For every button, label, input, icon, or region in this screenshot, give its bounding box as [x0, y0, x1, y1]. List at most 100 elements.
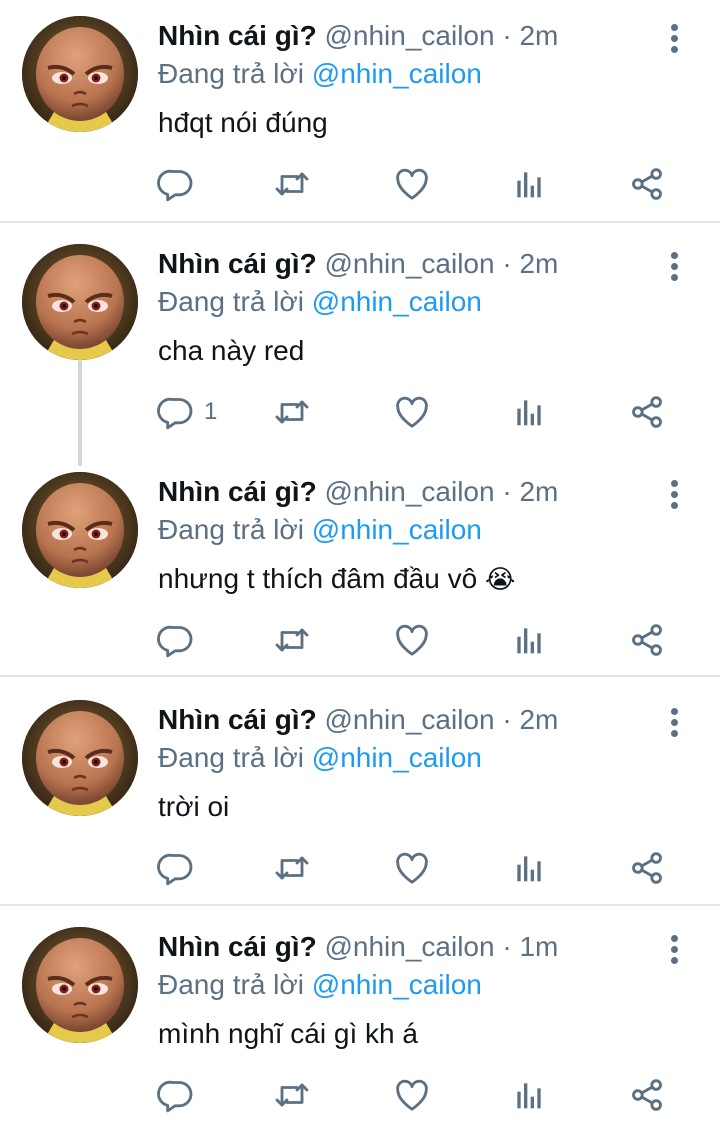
replying-to-label: Đang trả lời: [158, 286, 304, 317]
replying-to-line: Đang trả lời @nhin_cailon: [158, 967, 482, 1003]
more-options-icon[interactable]: [660, 476, 688, 512]
bar-chart-icon: [509, 620, 549, 660]
analytics-button[interactable]: [509, 618, 549, 662]
reply-button[interactable]: 1: [156, 390, 217, 434]
tweet-divider: [0, 221, 720, 223]
like-button[interactable]: [392, 162, 432, 206]
tweet-actions: [0, 618, 720, 662]
tweet-body: trời oi: [158, 791, 230, 822]
heart-icon: [392, 164, 432, 204]
more-options-icon[interactable]: [660, 704, 688, 740]
replying-to-line: Đang trả lời @nhin_cailon: [158, 512, 482, 548]
display-name[interactable]: Nhìn cái gì?: [158, 248, 317, 279]
like-button[interactable]: [392, 618, 432, 662]
user-handle[interactable]: @nhin_cailon: [324, 20, 494, 51]
user-handle[interactable]: @nhin_cailon: [324, 476, 494, 507]
retweet-button[interactable]: [272, 162, 312, 206]
tweet-text: cha này red: [158, 332, 304, 370]
reply-button[interactable]: [156, 1073, 196, 1117]
tweet-actions: 1: [0, 390, 720, 434]
tweet-text: hđqt nói đúng: [158, 104, 328, 142]
share-icon: [627, 1075, 667, 1115]
replying-to-label: Đang trả lời: [158, 514, 304, 545]
tweet-actions: [0, 162, 720, 206]
retweet-icon: [272, 1075, 312, 1115]
display-name[interactable]: Nhìn cái gì?: [158, 476, 317, 507]
retweet-icon: [272, 392, 312, 432]
timestamp[interactable]: 2m: [519, 476, 558, 507]
avatar[interactable]: [22, 472, 138, 588]
retweet-button[interactable]: [272, 618, 312, 662]
tweet-body: cha này red: [158, 335, 305, 366]
crying-face-emoji: 😭: [484, 565, 516, 595]
tweet[interactable]: Nhìn cái gì? @nhin_cailon · 2m Đang trả l…: [0, 0, 720, 220]
tweet-body: mình nghĩ cái gì kh á: [158, 1018, 418, 1049]
tweet-header: Nhìn cái gì? @nhin_cailon · 2m: [158, 702, 558, 738]
analytics-button[interactable]: [509, 162, 549, 206]
reply-mention-link[interactable]: @nhin_cailon: [312, 969, 482, 1000]
reply-button[interactable]: [156, 846, 196, 890]
share-icon: [627, 848, 667, 888]
tweet-text: trời oi: [158, 788, 229, 826]
reply-button[interactable]: [156, 162, 196, 206]
reply-mention-link[interactable]: @nhin_cailon: [312, 286, 482, 317]
timestamp[interactable]: 2m: [519, 704, 558, 735]
reply-mention-link[interactable]: @nhin_cailon: [312, 514, 482, 545]
reply-mention-link[interactable]: @nhin_cailon: [312, 58, 482, 89]
share-button[interactable]: [627, 846, 667, 890]
like-button[interactable]: [392, 390, 432, 434]
share-icon: [627, 392, 667, 432]
bar-chart-icon: [509, 1075, 549, 1115]
analytics-button[interactable]: [509, 846, 549, 890]
like-button[interactable]: [392, 1073, 432, 1117]
tweet-body: nhưng t thích đâm đầu vô: [158, 563, 485, 594]
display-name[interactable]: Nhìn cái gì?: [158, 20, 317, 51]
comment-bubble-icon: [156, 1075, 196, 1115]
share-button[interactable]: [627, 618, 667, 662]
analytics-button[interactable]: [509, 390, 549, 434]
retweet-icon: [272, 848, 312, 888]
comment-bubble-icon: [156, 164, 196, 204]
tweet-divider: [0, 904, 720, 906]
share-button[interactable]: [627, 162, 667, 206]
user-handle[interactable]: @nhin_cailon: [324, 704, 494, 735]
share-button[interactable]: [627, 390, 667, 434]
more-options-icon[interactable]: [660, 20, 688, 56]
retweet-button[interactable]: [272, 846, 312, 890]
retweet-button[interactable]: [272, 390, 312, 434]
user-handle[interactable]: @nhin_cailon: [324, 248, 494, 279]
retweet-icon: [272, 620, 312, 660]
tweet[interactable]: Nhìn cái gì? @nhin_cailon · 2m Đang trả l…: [0, 684, 720, 904]
display-name[interactable]: Nhìn cái gì?: [158, 704, 317, 735]
timestamp[interactable]: 1m: [519, 931, 558, 962]
share-button[interactable]: [627, 1073, 667, 1117]
tweet[interactable]: Nhìn cái gì? @nhin_cailon · 2m Đang trả l…: [0, 456, 720, 676]
tweet[interactable]: Nhìn cái gì? @nhin_cailon · 2m Đang trả l…: [0, 228, 720, 448]
avatar[interactable]: [22, 927, 138, 1043]
tweet[interactable]: Nhìn cái gì? @nhin_cailon · 1m Đang trả l…: [0, 911, 720, 1130]
tweet-actions: [0, 1073, 720, 1117]
heart-icon: [392, 1075, 432, 1115]
more-options-icon[interactable]: [660, 931, 688, 967]
user-handle[interactable]: @nhin_cailon: [324, 931, 494, 962]
separator-dot: ·: [502, 931, 512, 962]
analytics-button[interactable]: [509, 1073, 549, 1117]
timestamp[interactable]: 2m: [519, 248, 558, 279]
bar-chart-icon: [509, 848, 549, 888]
share-icon: [627, 620, 667, 660]
bar-chart-icon: [509, 392, 549, 432]
avatar[interactable]: [22, 244, 138, 360]
comment-bubble-icon: [156, 620, 196, 660]
avatar[interactable]: [22, 700, 138, 816]
display-name[interactable]: Nhìn cái gì?: [158, 931, 317, 962]
avatar[interactable]: [22, 16, 138, 132]
more-options-icon[interactable]: [660, 248, 688, 284]
retweet-button[interactable]: [272, 1073, 312, 1117]
replying-to-label: Đang trả lời: [158, 742, 304, 773]
tweet-actions: [0, 846, 720, 890]
replying-to-line: Đang trả lời @nhin_cailon: [158, 284, 482, 320]
like-button[interactable]: [392, 846, 432, 890]
timestamp[interactable]: 2m: [519, 20, 558, 51]
reply-button[interactable]: [156, 618, 196, 662]
reply-mention-link[interactable]: @nhin_cailon: [312, 742, 482, 773]
